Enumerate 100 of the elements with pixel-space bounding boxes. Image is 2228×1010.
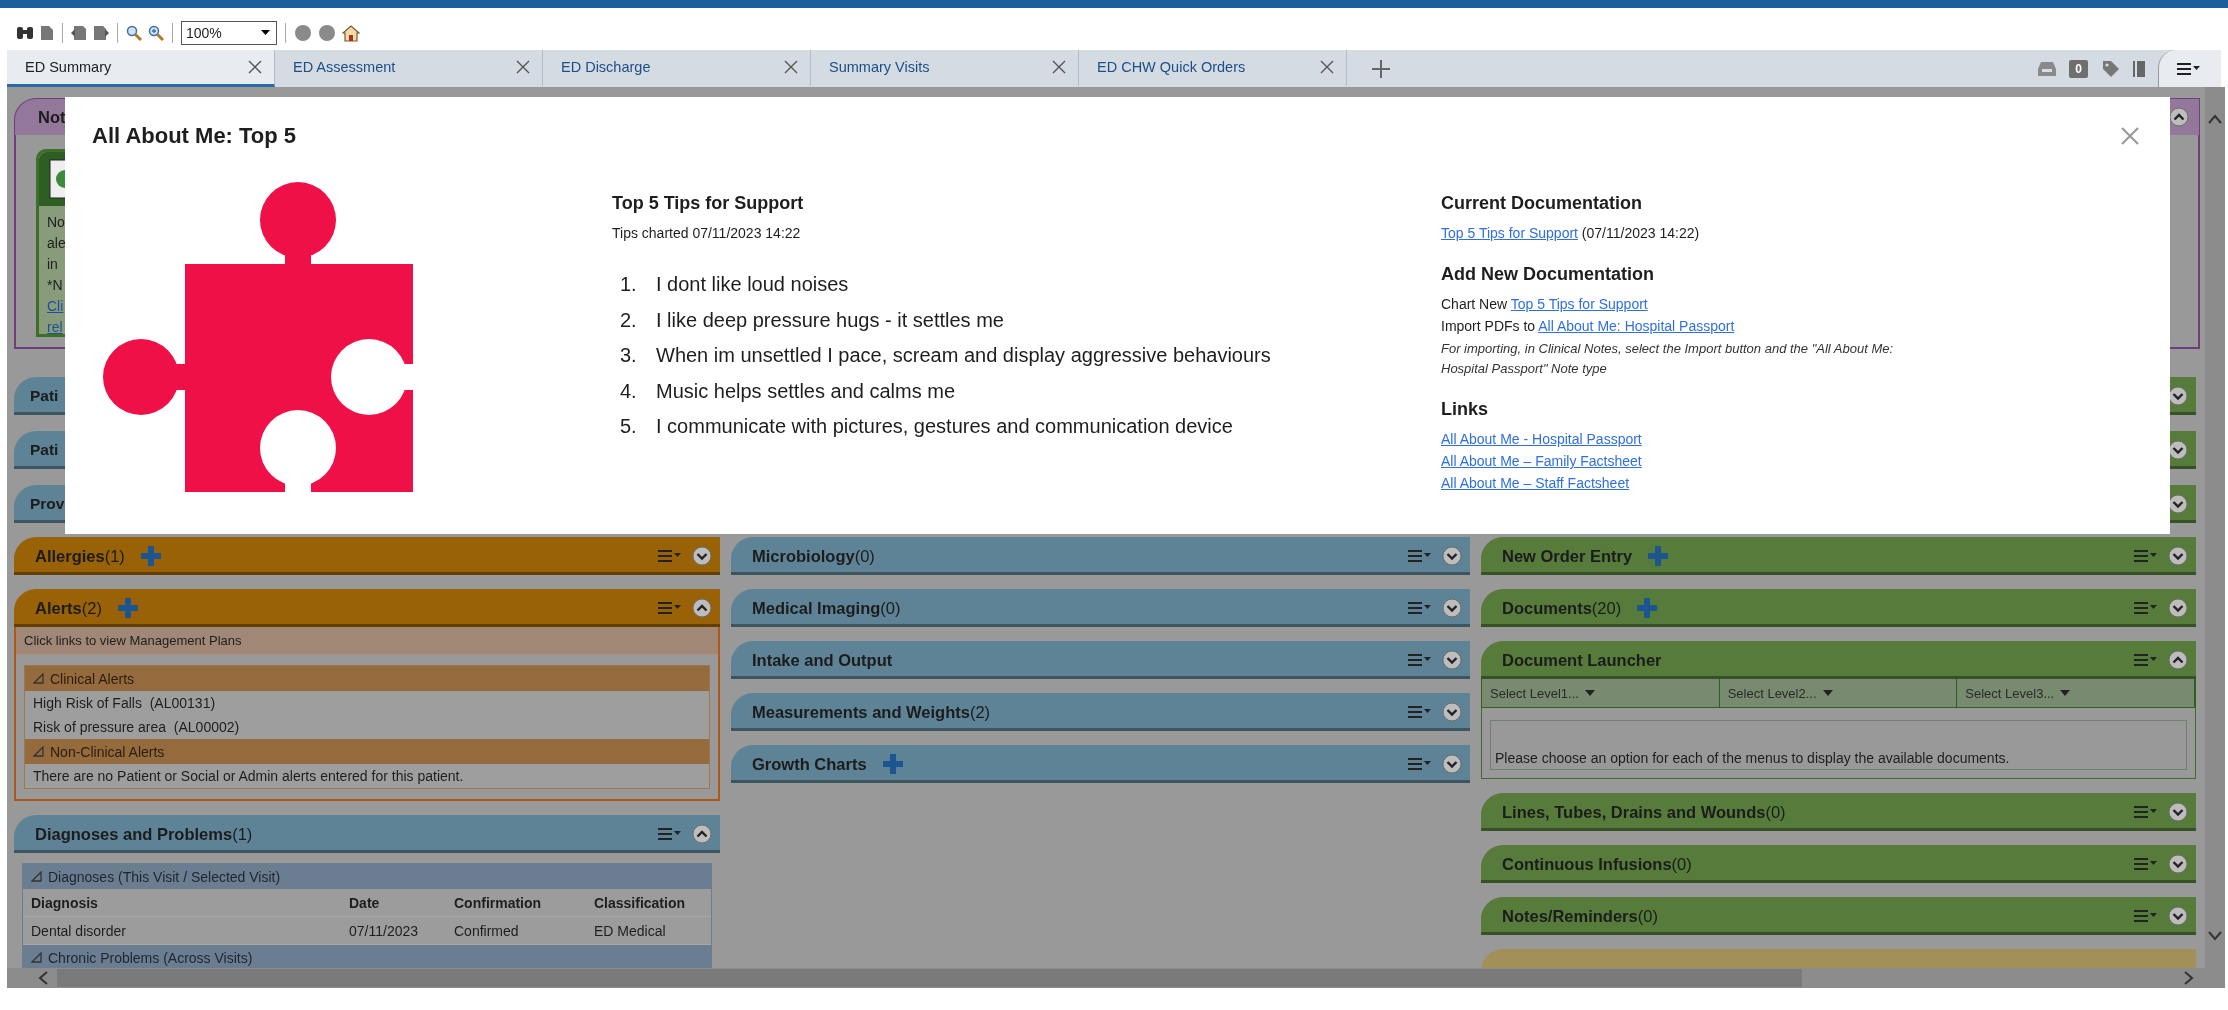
text-line: Import PDFs to All About Me: Hospital Passport bbox=[1441, 317, 1736, 336]
group-title: Clinical Alerts bbox=[50, 670, 135, 687]
level-dropdown[interactable]: Select Level2... bbox=[1719, 679, 1958, 707]
collapse-icon[interactable] bbox=[692, 598, 712, 618]
panel-title: Prov bbox=[30, 495, 65, 513]
close-icon[interactable] bbox=[1052, 60, 1066, 74]
expand-icon[interactable] bbox=[1442, 598, 1462, 618]
expand-icon[interactable] bbox=[2168, 906, 2188, 926]
close-icon[interactable] bbox=[1320, 60, 1334, 74]
link[interactable]: All About Me – Staff Factsheet bbox=[1441, 475, 1630, 491]
level-dropdown[interactable]: Select Level3... bbox=[1957, 679, 2195, 707]
expand-icon[interactable] bbox=[1442, 650, 1462, 670]
circle-icon[interactable] bbox=[294, 23, 312, 42]
menu-icon[interactable] bbox=[2177, 61, 2201, 76]
scrollbar-thumb[interactable] bbox=[57, 969, 1802, 987]
expanded-triangle-icon[interactable] bbox=[31, 952, 42, 963]
level-dropdown[interactable]: Select Level1... bbox=[1482, 679, 1720, 707]
expand-icon[interactable] bbox=[692, 546, 712, 566]
panel-header[interactable]: Notes/Reminders(0) bbox=[1481, 897, 2196, 935]
expand-icon[interactable] bbox=[2168, 598, 2188, 618]
horizontal-scrollbar[interactable] bbox=[7, 968, 2225, 988]
tag-icon[interactable] bbox=[2102, 59, 2120, 78]
add-tab-icon[interactable] bbox=[1371, 58, 1391, 79]
collapse-icon[interactable] bbox=[692, 824, 712, 844]
panel-header[interactable]: Lines, Tubes, Drains and Wounds(0) bbox=[1481, 793, 2196, 831]
panel-header[interactable]: Growth Charts bbox=[731, 745, 1470, 783]
binoculars-icon[interactable] bbox=[16, 24, 34, 41]
expanded-triangle-icon[interactable] bbox=[33, 746, 44, 757]
zoom-out-icon[interactable] bbox=[126, 24, 142, 41]
expanded-triangle-icon[interactable] bbox=[33, 673, 44, 684]
tip-text: When im unsettled I pace, scream and display aggressive behaviours bbox=[656, 343, 1271, 368]
next-page-icon[interactable] bbox=[93, 24, 109, 41]
expand-icon[interactable] bbox=[2168, 546, 2188, 566]
panel-title: New Order Entry bbox=[1502, 546, 1633, 566]
scroll-down-icon[interactable] bbox=[2207, 930, 2223, 942]
link[interactable]: All About Me: Hospital Passport bbox=[1538, 318, 1735, 334]
panel-header[interactable]: Document Launcher bbox=[1481, 641, 2196, 679]
menu-tab[interactable] bbox=[2158, 50, 2221, 87]
scroll-up-icon[interactable] bbox=[2207, 113, 2223, 125]
section-heading: Current Documentation bbox=[1441, 193, 1643, 214]
link[interactable]: rel bbox=[47, 319, 63, 335]
notification-text: No bbox=[47, 214, 65, 230]
scroll-right-icon[interactable] bbox=[2183, 970, 2195, 986]
panel-header[interactable]: Microbiology(0) bbox=[731, 537, 1470, 575]
panel-header[interactable]: New Order Entry bbox=[1481, 537, 2196, 575]
group-header[interactable]: Clinical Alerts bbox=[25, 666, 709, 691]
group-header[interactable]: Non-Clinical Alerts bbox=[25, 739, 709, 764]
close-icon[interactable] bbox=[2120, 126, 2140, 146]
column-header: Date bbox=[349, 894, 381, 911]
section-heading: Links bbox=[1441, 399, 1489, 420]
panel-title: Allergies(1) bbox=[35, 546, 125, 566]
close-icon[interactable] bbox=[248, 60, 262, 74]
expand-icon[interactable] bbox=[2168, 802, 2188, 822]
collapse-icon[interactable] bbox=[2169, 107, 2189, 127]
puzzle-piece-icon bbox=[103, 182, 415, 493]
section-heading: Add New Documentation bbox=[1441, 264, 1655, 285]
group-header[interactable]: Diagnoses (This Visit / Selected Visit) bbox=[23, 864, 711, 889]
link[interactable]: All About Me – Family Factsheet bbox=[1441, 453, 1642, 469]
collapse-icon[interactable] bbox=[2168, 650, 2188, 670]
inbox-icon[interactable] bbox=[2037, 60, 2058, 77]
panel-header[interactable]: Diagnoses and Problems(1) bbox=[14, 815, 720, 853]
empty-message: Please choose an option for each of the menus to display the available documents. bbox=[1495, 750, 2010, 766]
notification-text: ale bbox=[47, 235, 66, 251]
panel-header[interactable]: Intake and Output bbox=[731, 641, 1470, 679]
panel-header[interactable]: Allergies(1) bbox=[14, 537, 720, 575]
page-icon[interactable] bbox=[40, 24, 54, 41]
expanded-triangle-icon[interactable] bbox=[31, 871, 42, 882]
zoom-dropdown[interactable]: 100% bbox=[181, 20, 277, 45]
close-icon[interactable] bbox=[784, 60, 798, 74]
circle-icon[interactable] bbox=[318, 23, 336, 42]
expand-icon[interactable] bbox=[1442, 546, 1462, 566]
panel-header[interactable]: Medical Imaging(0) bbox=[731, 589, 1470, 627]
caret-icon[interactable] bbox=[261, 30, 270, 35]
panel-header[interactable]: Measurements and Weights(2) bbox=[731, 693, 1470, 731]
previous-page-icon[interactable] bbox=[71, 24, 87, 41]
close-icon[interactable] bbox=[516, 60, 530, 74]
group-header[interactable]: Chronic Problems (Across Visits) bbox=[23, 945, 711, 968]
link[interactable]: All About Me - Hospital Passport bbox=[1441, 431, 1642, 447]
alert-item[interactable]: High Risk of Falls (AL00131) bbox=[25, 691, 709, 715]
tip-text: I dont like loud noises bbox=[656, 272, 849, 297]
tip-text: Music helps settles and calms me bbox=[656, 378, 955, 404]
section-heading: Top 5 Tips for Support bbox=[612, 193, 805, 214]
panel-title: Pati bbox=[30, 441, 59, 459]
link[interactable]: Cli bbox=[47, 298, 64, 314]
zoom-in-icon[interactable] bbox=[148, 24, 164, 41]
expand-icon[interactable] bbox=[1442, 702, 1462, 722]
panel-header[interactable]: Continuous Infusions(0) bbox=[1481, 845, 2196, 883]
book-icon[interactable] bbox=[2132, 59, 2146, 78]
link[interactable]: Top 5 Tips for Support bbox=[1441, 225, 1578, 241]
expand-icon[interactable] bbox=[1442, 754, 1462, 774]
alert-item[interactable]: There are no Patient or Social or Admin alerts entered for this patient. bbox=[25, 764, 709, 788]
panel-header[interactable]: Alerts(2) bbox=[14, 589, 720, 627]
panel-header[interactable]: Documents(20) bbox=[1481, 589, 2196, 627]
expand-icon[interactable] bbox=[2168, 854, 2188, 874]
alert-item[interactable]: Risk of pressure area (AL00002) bbox=[25, 715, 709, 739]
link[interactable]: Top 5 Tips for Support bbox=[1510, 296, 1648, 312]
scroll-left-icon[interactable] bbox=[37, 970, 49, 986]
tab[interactable]: ED Summary bbox=[7, 50, 275, 87]
vertical-scrollbar[interactable] bbox=[2205, 87, 2225, 968]
home-icon[interactable] bbox=[342, 23, 360, 42]
